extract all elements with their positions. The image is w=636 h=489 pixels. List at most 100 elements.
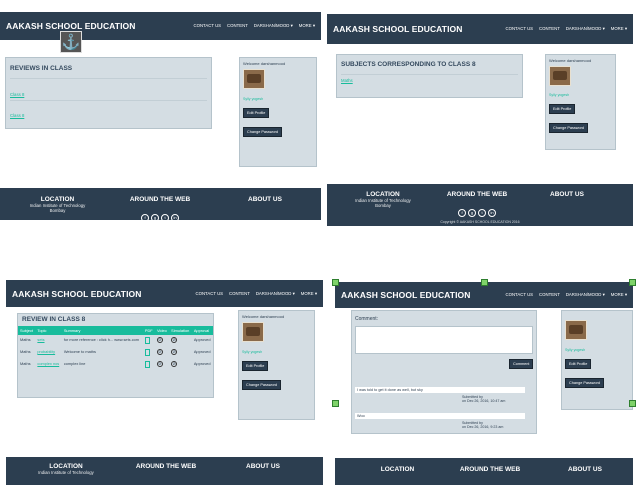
resize-handle-middle-left[interactable]: [332, 400, 339, 407]
resize-handle-top-center[interactable]: [481, 279, 488, 286]
cell-topic[interactable]: probability: [35, 347, 61, 359]
twitter-icon[interactable]: t: [161, 214, 169, 220]
footer-about: ABOUT US: [238, 463, 288, 470]
brand-logo[interactable]: AAKASH SCHOOL EDUCATION: [333, 24, 463, 34]
nav-content[interactable]: CONTENT: [229, 291, 250, 297]
footer-heading: LOCATION: [380, 466, 415, 473]
subject-link[interactable]: Maths: [341, 78, 518, 83]
avatar: [565, 320, 587, 340]
facebook-icon[interactable]: f: [458, 209, 466, 217]
nav-more-dropdown[interactable]: MORE ▾: [611, 26, 627, 32]
change-password-button[interactable]: Change Password: [242, 380, 282, 390]
no-simulation-icon: ⊘: [171, 361, 178, 367]
user-sidebar: Welcome darshanmood Sylly yogesh Edit Pr…: [238, 310, 315, 420]
footer-heading: LOCATION: [49, 463, 83, 470]
edit-profile-button[interactable]: Edit Profile: [243, 108, 270, 118]
no-simulation-icon: ⊘: [171, 337, 178, 343]
panel-comments: AAKASH SCHOOL EDUCATION CONTACT US CONTE…: [335, 282, 633, 485]
box-title: REVIEWS IN CLASS: [10, 65, 73, 72]
comment-date: on Dec 26, 2016, 10:47 am: [462, 399, 506, 403]
nav-content[interactable]: CONTENT: [539, 292, 560, 298]
class-link[interactable]: Class 8: [10, 92, 207, 97]
cell-approval: Approved: [193, 361, 211, 366]
footer: LOCATION Indian Institute of Technology …: [327, 184, 633, 226]
pdf-icon[interactable]: [144, 361, 150, 368]
footer-location: LOCATION Indian Institute of Technology: [26, 463, 106, 475]
cell-topic[interactable]: complex nos: [35, 359, 61, 371]
edit-profile-button[interactable]: Edit Profile: [549, 104, 576, 114]
nav-contact-us[interactable]: CONTACT US: [194, 23, 222, 29]
google-plus-icon[interactable]: g: [468, 209, 476, 217]
change-password-button[interactable]: Change Password: [243, 127, 283, 137]
no-simulation-icon: ⊘: [171, 349, 178, 355]
nav-content[interactable]: CONTENT: [539, 26, 560, 32]
comment-box: Comment: Comment I was told to get it do…: [351, 310, 537, 434]
comment-textarea[interactable]: [355, 326, 533, 354]
footer-address: Bombay: [375, 203, 391, 208]
comment-item: I was told to get it done as well, but s…: [355, 387, 525, 403]
resize-handle-middle-right[interactable]: [629, 400, 636, 407]
nav-contact-us[interactable]: CONTACT US: [506, 26, 534, 32]
subjects-box: SUBJECTS CORRESPONDING TO CLASS 8 Maths: [336, 54, 523, 98]
footer-address: Bombay: [49, 208, 66, 213]
table-row: Maths sets for more reference : click h.…: [18, 335, 213, 347]
welcome-text: Welcome darshanmood: [549, 58, 592, 63]
footer-around-web: AROUND THE WEB: [131, 463, 201, 470]
footer-heading: ABOUT US: [568, 466, 602, 473]
brand-logo[interactable]: AAKASH SCHOOL EDUCATION: [6, 21, 136, 31]
footer: LOCATION Indian Institute of Technology …: [0, 188, 321, 220]
brand-logo[interactable]: AAKASH SCHOOL EDUCATION: [341, 290, 471, 300]
linkedin-icon[interactable]: in: [488, 209, 496, 217]
class-link[interactable]: Class 8: [10, 113, 207, 118]
comment-item: Woo Submitted by on Dec 26, 2016, 9:23 a…: [355, 413, 525, 429]
user-sidebar: Sylly yogesh Edit Profile Change Passwor…: [561, 310, 633, 410]
facebook-icon[interactable]: f: [141, 214, 149, 220]
nav-user-dropdown[interactable]: DARSHAN/MOOD ▾: [256, 291, 295, 297]
resize-handle-top-left[interactable]: [332, 279, 339, 286]
footer-heading: ABOUT US: [550, 191, 584, 198]
edit-profile-button[interactable]: Edit Profile: [565, 359, 592, 369]
col-approval: Approval: [191, 326, 213, 335]
cell-topic[interactable]: sets: [35, 335, 61, 347]
twitter-icon[interactable]: t: [478, 209, 486, 217]
divider: [341, 74, 518, 75]
nav-user-dropdown[interactable]: DARSHAN/MOOD ▾: [566, 292, 605, 298]
google-plus-icon[interactable]: g: [151, 214, 159, 220]
no-video-icon: ⊘: [156, 361, 163, 367]
nav-content[interactable]: CONTENT: [227, 23, 248, 29]
brand-logo[interactable]: AAKASH SCHOOL EDUCATION: [12, 289, 142, 299]
pdf-icon[interactable]: [144, 337, 150, 344]
user-sidebar: Welcome darshanmood Sylly yogesh Edit Pr…: [239, 57, 317, 167]
footer-about: ABOUT US: [542, 191, 592, 198]
col-subject: Subject: [18, 326, 36, 335]
nav-user-dropdown[interactable]: DARSHAN/MOOD ▾: [254, 23, 293, 29]
footer-location: LOCATION Indian Institute of Technology …: [347, 191, 419, 208]
change-password-button[interactable]: Change Password: [549, 123, 589, 133]
nav-more-dropdown[interactable]: MORE ▾: [611, 292, 627, 298]
col-topic: Topic: [35, 326, 62, 335]
avatar: [242, 322, 264, 342]
comment-submit-button[interactable]: Comment: [509, 359, 534, 369]
resize-handle-top-right[interactable]: [629, 279, 636, 286]
no-video-icon: ⊘: [156, 337, 163, 343]
divider: [10, 100, 207, 101]
change-password-button[interactable]: Change Password: [565, 378, 605, 388]
nav-more-dropdown[interactable]: MORE ▾: [299, 23, 315, 29]
pdf-icon[interactable]: [144, 349, 150, 356]
panel-review-class-8: AAKASH SCHOOL EDUCATION CONTACT US CONTE…: [6, 280, 323, 485]
footer-location: LOCATION Indian Institute of Technology …: [20, 196, 95, 213]
nav-contact-us[interactable]: CONTACT US: [506, 292, 534, 298]
col-simulation: Simulation: [169, 326, 192, 335]
anchor-icon[interactable]: ⚓: [60, 31, 82, 53]
avatar: [243, 69, 265, 89]
cell-summary: Welcome to maths: [63, 349, 96, 354]
no-video-icon: ⊘: [156, 349, 163, 355]
nav-user-dropdown[interactable]: DARSHAN/MOOD ▾: [566, 26, 605, 32]
footer-around-web: AROUND THE WEB f g t in: [442, 191, 512, 219]
footer-around-web: AROUND THE WEB f g t in: [125, 196, 195, 220]
nav-contact-us[interactable]: CONTACT US: [196, 291, 224, 297]
edit-profile-button[interactable]: Edit Profile: [242, 361, 269, 371]
table-row: Maths probability Welcome to maths ⊘ ⊘ A…: [18, 347, 213, 359]
linkedin-icon[interactable]: in: [171, 214, 179, 220]
nav-more-dropdown[interactable]: MORE ▾: [301, 291, 317, 297]
